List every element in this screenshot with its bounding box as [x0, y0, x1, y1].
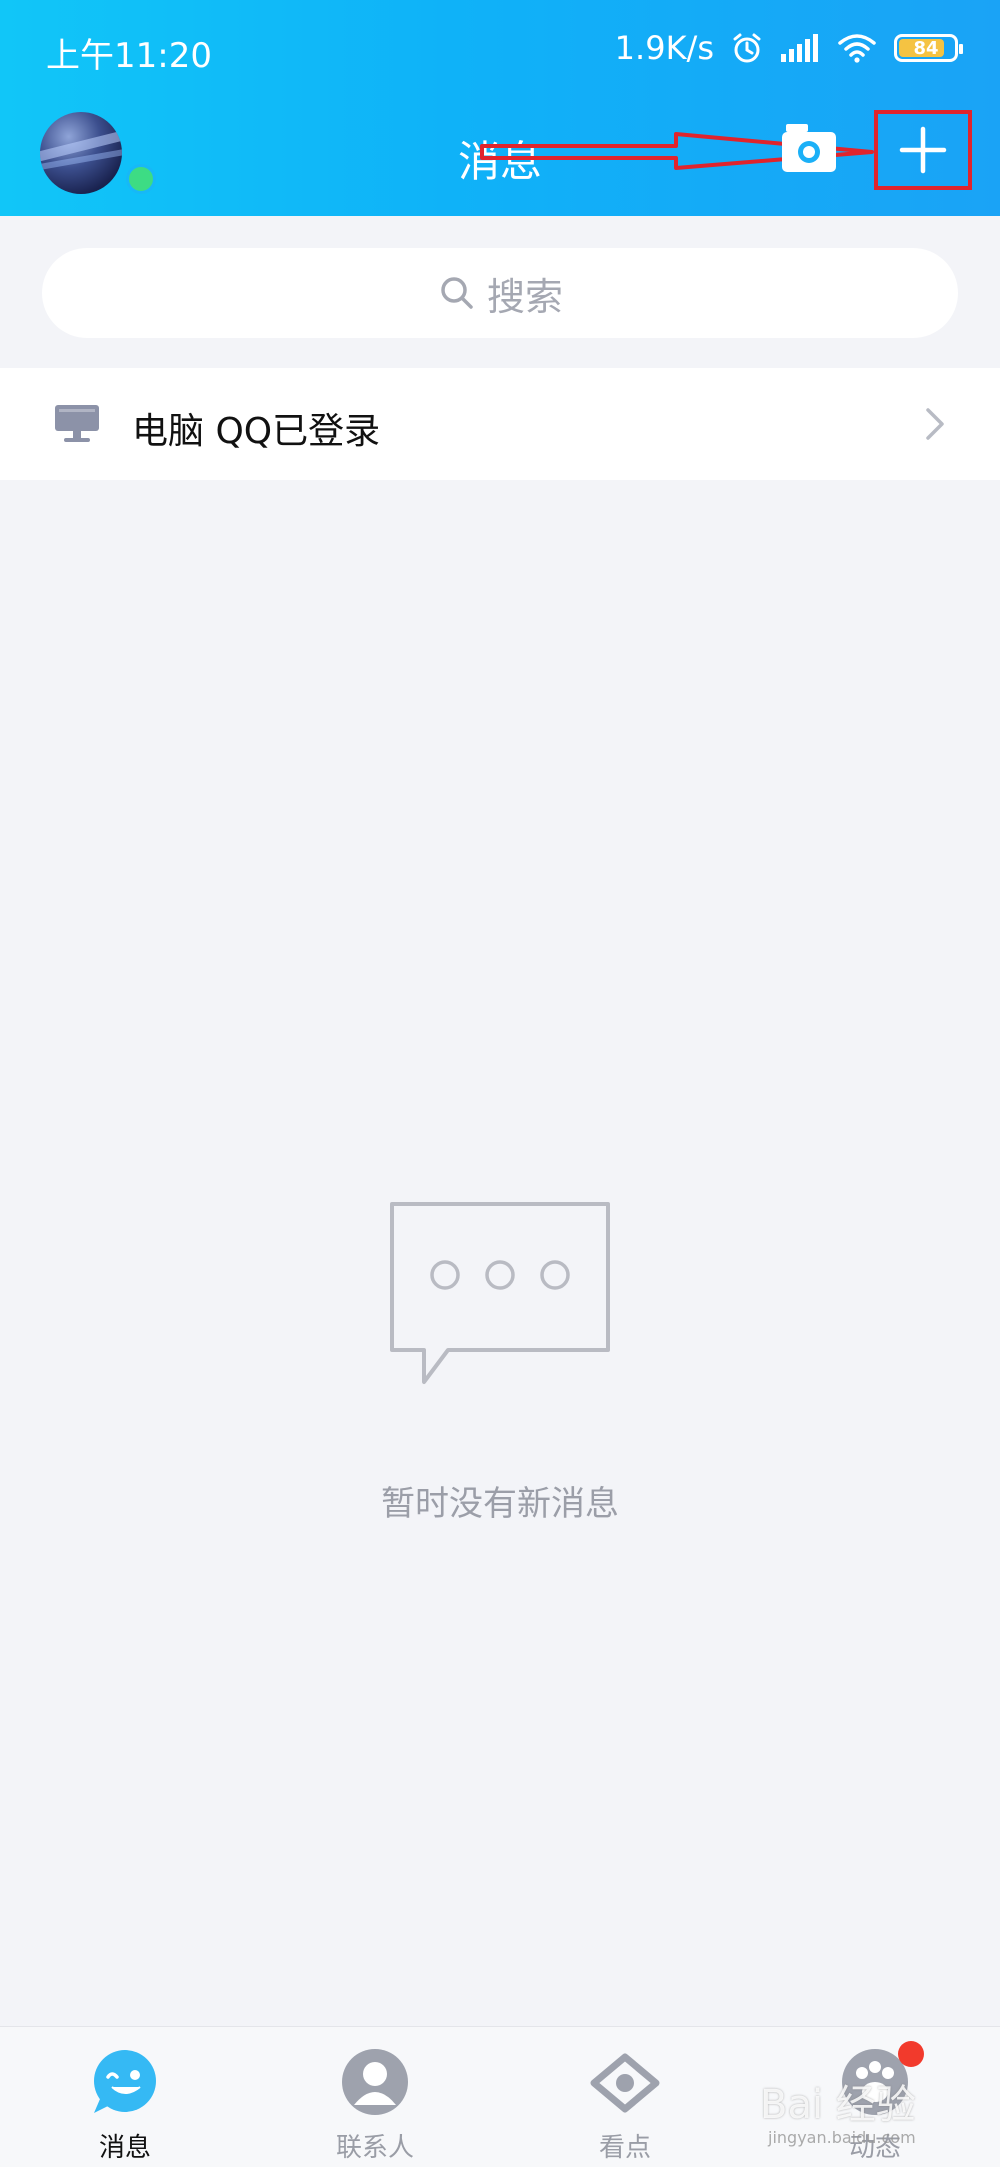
- empty-chat-bubble-icon: [390, 1202, 610, 1384]
- search-icon: [441, 277, 473, 309]
- notification-badge: [898, 2041, 924, 2067]
- nav-item-kandian[interactable]: 看点: [500, 2027, 750, 2167]
- battery-level: 84: [913, 37, 939, 59]
- wifi-icon: [838, 34, 876, 63]
- nav-item-contacts[interactable]: 联系人: [250, 2027, 500, 2167]
- nav-label-messages: 消息: [98, 2133, 151, 2163]
- search-placeholder: 搜索: [486, 274, 563, 319]
- eye-icon: [590, 2053, 660, 2113]
- search-input[interactable]: 搜索: [42, 248, 958, 338]
- annotation-highlight-box: [874, 110, 972, 190]
- camera-button[interactable]: [778, 118, 840, 180]
- watermark: Bai 经验: [760, 2082, 916, 2128]
- battery-icon: 84: [894, 34, 963, 62]
- online-status-dot: [126, 164, 156, 194]
- network-speed: 1.9K/s: [614, 29, 714, 67]
- status-bar: 上午11:20 1.9K/s 84: [0, 0, 1000, 100]
- contacts-icon: [342, 2049, 408, 2115]
- empty-state-message: 暂时没有新消息: [381, 1484, 619, 1524]
- nav-item-messages[interactable]: 消息: [0, 2027, 250, 2167]
- camera-icon: [782, 124, 836, 172]
- status-time: 上午11:20: [46, 36, 212, 76]
- watermark-url: jingyan.baidu.com: [768, 2128, 916, 2147]
- monitor-icon: [55, 405, 99, 442]
- alarm-icon: [733, 33, 761, 63]
- nav-label-kandian: 看点: [598, 2133, 651, 2163]
- nav-label-contacts: 联系人: [335, 2133, 414, 2163]
- status-indicators: 1.9K/s 84: [614, 26, 963, 70]
- pc-login-notice[interactable]: 电脑 QQ已登录: [0, 368, 1000, 480]
- avatar[interactable]: [40, 112, 122, 194]
- pc-login-label: 电脑 QQ已登录: [132, 411, 381, 452]
- message-icon: [94, 2050, 156, 2113]
- chevron-right-icon: [926, 408, 944, 440]
- signal-icon: [781, 34, 818, 62]
